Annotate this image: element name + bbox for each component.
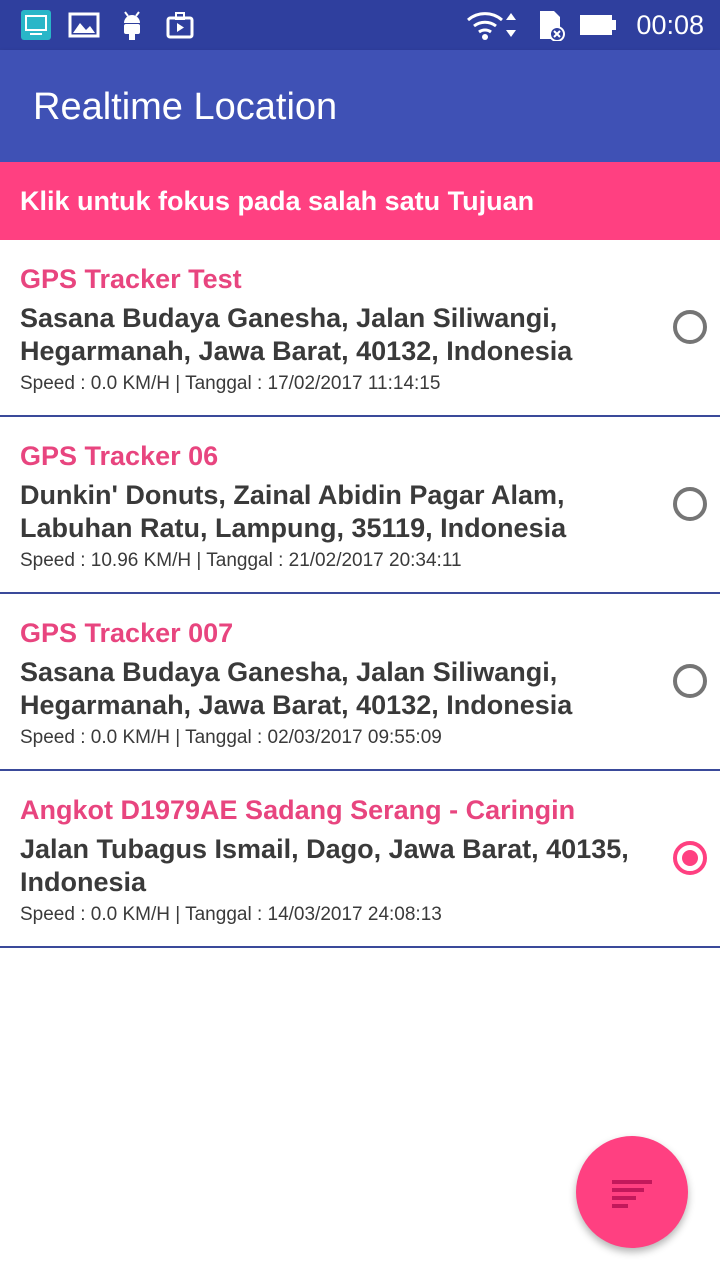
tracker-address: Sasana Budaya Ganesha, Jalan Siliwangi, … [20,657,573,720]
radio-button[interactable] [673,487,707,521]
tracker-address: Dunkin' Donuts, Zainal Abidin Pagar Alam… [20,480,567,543]
list-item[interactable]: GPS Tracker 007 Sasana Budaya Ganesha, J… [0,594,720,771]
image-icon [68,12,100,38]
list-item[interactable]: Angkot D1979AE Sadang Serang - Caringin … [0,771,720,948]
briefcase-play-icon [166,12,194,39]
status-time: 00:08 [636,10,704,40]
radio-button[interactable] [673,841,707,875]
wifi-icon [467,12,516,40]
tracker-meta: Speed : 10.96 KM/H | Tanggal : 21/02/201… [20,550,462,571]
list-item[interactable]: GPS Tracker Test Sasana Budaya Ganesha, … [0,240,720,417]
tracker-meta: Speed : 0.0 KM/H | Tanggal : 14/03/2017 … [20,904,442,925]
tracker-name: GPS Tracker 06 [20,441,219,471]
status-bar: 00:08 [0,0,720,50]
radio-button[interactable] [673,310,707,344]
page-title: Realtime Location [33,86,338,128]
sort-fab-button[interactable] [576,1136,688,1248]
list-item[interactable]: GPS Tracker 06 Dunkin' Donuts, Zainal Ab… [0,417,720,594]
tracker-address: Jalan Tubagus Ismail, Dago, Jawa Barat, … [20,834,629,897]
tracker-meta: Speed : 0.0 KM/H | Tanggal : 02/03/2017 … [20,727,442,748]
tracker-list: GPS Tracker Test Sasana Budaya Ganesha, … [0,240,720,948]
app-bar: Realtime Location [0,50,720,162]
banner-text: Klik untuk fokus pada salah satu Tujuan [20,186,535,216]
cast-screen-icon [21,10,51,40]
tracker-name: GPS Tracker Test [20,264,242,294]
sort-icon [612,1180,652,1208]
tracker-name: GPS Tracker 007 [20,618,234,648]
tracker-name: Angkot D1979AE Sadang Serang - Caringin [20,795,576,825]
radio-button[interactable] [673,664,707,698]
sd-card-icon [540,11,565,41]
tracker-address: Sasana Budaya Ganesha, Jalan Siliwangi, … [20,303,573,366]
tracker-meta: Speed : 0.0 KM/H | Tanggal : 17/02/2017 … [20,373,441,394]
android-icon [124,11,140,40]
battery-icon [580,15,616,35]
instruction-banner: Klik untuk fokus pada salah satu Tujuan [0,162,720,240]
